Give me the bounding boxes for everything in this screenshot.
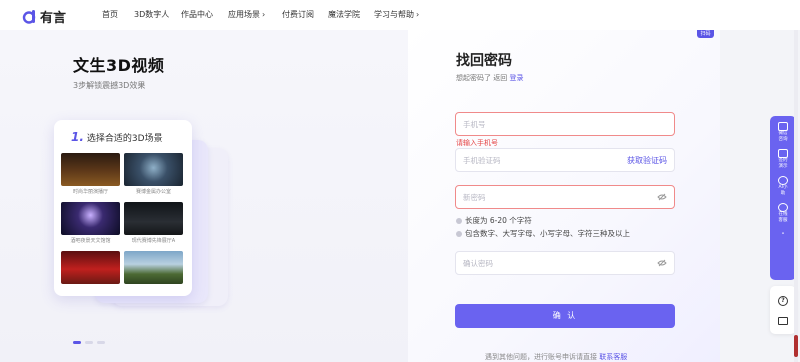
nav-item-subscription[interactable]: 付费订阅 <box>282 9 328 20</box>
robot-icon <box>778 176 788 185</box>
nav-menu: 首页 3D数字人 作品中心 应用场景 › 付费订阅 魔法学院 学习与帮助 › <box>102 9 419 20</box>
float-item-demo[interactable]: 签约演示 <box>777 149 789 170</box>
hero-title: 文生3D视频 <box>73 56 165 75</box>
nav-item-label: 作品中心 <box>181 10 213 19</box>
nav-item-3d-human[interactable]: 3D数字人 <box>134 9 181 20</box>
chevron-right-icon: › <box>416 10 420 19</box>
nav-item-label: 魔法学院 <box>328 10 360 19</box>
phone-error-message: 请输入手机号 <box>456 139 498 147</box>
scene-thumbnail-item[interactable]: 赛博金属办公室 <box>124 153 183 195</box>
mail-icon[interactable] <box>778 316 788 325</box>
logo-text: 有言 <box>40 11 67 26</box>
password-rule-complexity: 包含数字、大写字母、小写字母、字符三种及以上 <box>456 228 630 239</box>
scene-thumbnail-grid: 时尚华丽演播厅 赛博金属办公室 酒吧夜景天文馆馆 现代赛博先锋展厅A <box>61 153 183 286</box>
nav-item-label: 学习与帮助 <box>374 10 414 19</box>
logo-icon <box>22 10 36 24</box>
subtitle-text: 想起密码了 返回 <box>456 74 508 82</box>
nav-item-works[interactable]: 作品中心 <box>181 9 228 20</box>
get-code-button[interactable]: 获取验证码 <box>627 155 667 166</box>
confirm-password-placeholder: 确认密码 <box>463 258 493 268</box>
float-item-wechat[interactable]: 微信咨询 <box>777 122 789 143</box>
card-title: 选择合适的3D场景 <box>86 133 163 144</box>
scene-thumbnail-item[interactable]: 时尚华丽演播厅 <box>61 153 120 195</box>
step-number: 1. <box>71 130 84 144</box>
scene-thumbnail-image <box>124 251 183 284</box>
scene-thumbnail-label: 酒吧夜景天文馆馆 <box>70 238 111 244</box>
new-password-input[interactable]: 新密码 <box>455 185 675 209</box>
screen-icon <box>778 149 788 158</box>
nav-item-academy[interactable]: 魔法学院 <box>328 9 374 20</box>
phone-placeholder: 手机号 <box>463 119 486 129</box>
page-title: 找回密码 <box>456 53 512 69</box>
confirm-button[interactable]: 确 认 <box>455 304 675 328</box>
floating-service-bar: 微信咨询 签约演示 AI小助 在线客服 ˄ <box>770 116 796 280</box>
carousel-dot[interactable] <box>97 341 105 344</box>
nav-item-label: 应用场景 <box>228 10 260 19</box>
nav-item-label: 付费订阅 <box>282 10 314 19</box>
float-item-label: 签约演示 <box>778 158 788 169</box>
scene-thumbnail-label: 时尚华丽演播厅 <box>72 189 108 195</box>
scene-thumbnail-image <box>61 202 120 235</box>
chat-icon <box>778 122 788 131</box>
hero-subtitle: 3步解锁震撼3D效果 <box>73 81 146 90</box>
float-item-label: AI小助 <box>778 185 788 196</box>
chevron-right-icon: › <box>262 10 266 19</box>
carousel-dot[interactable] <box>85 341 93 344</box>
new-password-placeholder: 新密码 <box>463 192 486 202</box>
rule-bullet-icon <box>456 217 462 224</box>
card-header: 1. 选择合适的3D场景 <box>71 130 163 144</box>
scene-thumbnail-item[interactable] <box>124 251 183 286</box>
scrollbar-track[interactable] <box>794 30 798 362</box>
verification-code-input[interactable]: 手机验证码 获取验证码 <box>455 148 675 172</box>
scene-thumbnail-image <box>124 153 183 186</box>
nav-item-label: 首页 <box>102 10 118 19</box>
confirm-password-input[interactable]: 确认密码 <box>455 251 675 275</box>
logo[interactable]: 有言 <box>22 7 66 26</box>
rule-text: 长度为 6-20 个字符 <box>465 216 532 225</box>
float-item-label: 在线客服 <box>778 212 788 223</box>
scrollbar-thumb[interactable] <box>794 335 798 357</box>
eye-off-icon[interactable] <box>657 192 667 202</box>
scene-thumbnail-item[interactable] <box>61 251 120 286</box>
form-subtitle: 想起密码了 返回 登录 <box>456 73 523 83</box>
password-rule-length: 长度为 6-20 个字符 <box>456 215 532 226</box>
qr-corner-tag[interactable]: 扫码 <box>697 30 714 38</box>
help-icon[interactable]: ? <box>778 295 788 306</box>
scene-thumbnail-item[interactable]: 酒吧夜景天文馆馆 <box>61 202 120 244</box>
float-item-label: 微信咨询 <box>778 131 788 142</box>
chevron-up-icon[interactable]: ˄ <box>781 232 785 240</box>
scene-thumbnail-label: 现代赛博先锋展厅A <box>131 238 176 244</box>
float-item-ai[interactable]: AI小助 <box>777 176 789 197</box>
footer-hint: 遇到其他问题，进行账号申诉请直接 联系客服 <box>485 352 627 362</box>
rule-text: 包含数字、大写字母、小写字母、字符三种及以上 <box>465 229 630 238</box>
nav-item-scenarios[interactable]: 应用场景 › <box>228 9 282 20</box>
carousel-dots <box>73 341 105 344</box>
rule-bullet-icon <box>456 230 462 237</box>
scene-thumbnail-image <box>61 153 120 186</box>
scene-select-card: 1. 选择合适的3D场景 时尚华丽演播厅 赛博金属办公室 酒吧夜景天文馆馆 现代… <box>54 120 192 296</box>
code-placeholder: 手机验证码 <box>463 155 501 165</box>
nav-item-help[interactable]: 学习与帮助 › <box>374 9 419 20</box>
nav-item-home[interactable]: 首页 <box>102 9 134 20</box>
top-navbar: 有言 首页 3D数字人 作品中心 应用场景 › 付费订阅 魔法学院 学习与帮助 › <box>0 0 800 30</box>
floating-utility-card: ? <box>770 286 796 334</box>
carousel-dot[interactable] <box>73 341 81 344</box>
eye-off-icon[interactable] <box>657 258 667 268</box>
float-item-support[interactable]: 在线客服 <box>777 203 789 224</box>
scene-thumbnail-label: 赛博金属办公室 <box>135 189 171 195</box>
nav-item-label: 3D数字人 <box>134 10 170 19</box>
footer-hint-text: 遇到其他问题，进行账号申诉请直接 <box>485 353 597 361</box>
scene-thumbnail-item[interactable]: 现代赛博先锋展厅A <box>124 202 183 244</box>
scene-thumbnail-image <box>61 251 120 284</box>
headset-icon <box>778 203 788 212</box>
phone-input[interactable]: 手机号 <box>455 112 675 136</box>
login-link[interactable]: 登录 <box>509 74 523 82</box>
scene-thumbnail-image <box>124 202 183 235</box>
contact-support-link[interactable]: 联系客服 <box>599 353 627 361</box>
